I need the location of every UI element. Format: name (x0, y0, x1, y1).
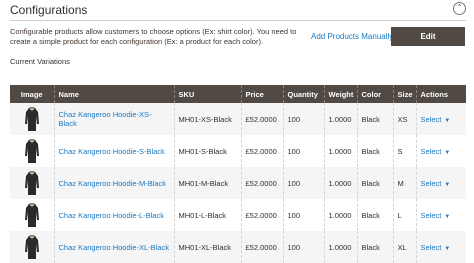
color-cell: Black (356, 199, 393, 231)
table-row: Chaz Kangeroo Hoodie-S-Black MH01-S-Blac… (10, 135, 466, 167)
price-cell: £52.0000 (240, 167, 283, 199)
col-header-actions: Actions (415, 85, 466, 103)
section-header[interactable]: Configurations ⌃ (10, 0, 466, 20)
quantity-cell: 100 (282, 231, 324, 263)
size-cell: XS (392, 103, 416, 135)
current-variations-label: Current Variations (10, 57, 70, 66)
select-action[interactable]: Select (421, 211, 442, 220)
caret-down-icon[interactable]: ▼ (444, 118, 450, 124)
product-name-link[interactable]: Chaz Kangeroo Hoodie-XS-Black (59, 110, 152, 128)
caret-down-icon[interactable]: ▼ (444, 150, 450, 156)
table-row: Chaz Kangeroo Hoodie-XS-Black MH01-XS-Bl… (10, 103, 466, 135)
price-cell: £52.0000 (240, 103, 283, 135)
sku-cell: MH01-S-Black (173, 135, 241, 167)
col-header-quantity: Quantity (282, 85, 324, 103)
table-row: Chaz Kangeroo Hoodie-L-Black MH01-L-Blac… (10, 199, 466, 231)
select-action[interactable]: Select (421, 147, 442, 156)
thumbnail-cell (10, 135, 54, 167)
select-action[interactable]: Select (421, 115, 442, 124)
product-name-link[interactable]: Chaz Kangeroo Hoodie-S-Black (59, 147, 165, 156)
color-cell: Black (356, 135, 393, 167)
thumbnail-cell (10, 199, 54, 231)
sku-cell: MH01-XL-Black (173, 231, 241, 263)
quantity-cell: 100 (282, 167, 324, 199)
price-cell: £52.0000 (240, 135, 283, 167)
col-header-name: Name (53, 85, 174, 103)
select-action[interactable]: Select (421, 179, 442, 188)
weight-cell: 1.0000 (323, 103, 357, 135)
table-header-row: Image Name SKU Price Quantity Weight Col… (10, 85, 466, 103)
weight-cell: 1.0000 (323, 135, 357, 167)
actions-cell[interactable]: Select ▼ (415, 199, 466, 231)
col-header-color: Color (356, 85, 393, 103)
quantity-cell: 100 (282, 135, 324, 167)
edit-configurations-button[interactable]: Edit Configurations (391, 27, 465, 60)
section-description: Configurable products allow customers to… (10, 27, 297, 46)
product-name-link[interactable]: Chaz Kangeroo Hoodie-M-Black (59, 179, 167, 188)
weight-cell: 1.0000 (323, 199, 357, 231)
caret-down-icon[interactable]: ▼ (444, 214, 450, 220)
sku-cell: MH01-M-Black (173, 167, 241, 199)
size-cell: L (392, 199, 416, 231)
variations-table: Image Name SKU Price Quantity Weight Col… (10, 85, 466, 263)
table-row: Chaz Kangeroo Hoodie-M-Black MH01-M-Blac… (10, 167, 466, 199)
size-cell: S (392, 135, 416, 167)
divider (10, 20, 466, 21)
hoodie-thumbnail[interactable] (24, 202, 40, 228)
thumbnail-cell (10, 231, 54, 263)
hoodie-thumbnail[interactable] (24, 170, 40, 196)
sku-cell: MH01-L-Black (173, 199, 241, 231)
add-products-manually-link[interactable]: Add Products Manually (311, 32, 393, 41)
hoodie-thumbnail[interactable] (24, 106, 40, 132)
size-cell: XL (392, 231, 416, 263)
col-header-image: Image (10, 85, 54, 103)
chevron-up-icon[interactable]: ⌃ (453, 2, 466, 15)
col-header-weight: Weight (323, 85, 357, 103)
col-header-price: Price (240, 85, 283, 103)
thumbnail-cell (10, 167, 54, 199)
weight-cell: 1.0000 (323, 231, 357, 263)
price-cell: £52.0000 (240, 199, 283, 231)
section-title: Configurations (10, 3, 88, 17)
quantity-cell: 100 (282, 103, 324, 135)
product-name-link[interactable]: Chaz Kangeroo Hoodie-L-Black (59, 211, 164, 220)
select-action[interactable]: Select (421, 243, 442, 252)
col-header-sku: SKU (173, 85, 241, 103)
col-header-size: Size (392, 85, 416, 103)
quantity-cell: 100 (282, 199, 324, 231)
actions-cell[interactable]: Select ▼ (415, 231, 466, 263)
price-cell: £52.0000 (240, 231, 283, 263)
actions-cell[interactable]: Select ▼ (415, 135, 466, 167)
actions-cell[interactable]: Select ▼ (415, 103, 466, 135)
weight-cell: 1.0000 (323, 167, 357, 199)
product-name-link[interactable]: Chaz Kangeroo Hoodie-XL-Black (59, 243, 169, 252)
caret-down-icon[interactable]: ▼ (444, 182, 450, 188)
hoodie-thumbnail[interactable] (24, 138, 40, 164)
color-cell: Black (356, 167, 393, 199)
caret-down-icon[interactable]: ▼ (444, 246, 450, 252)
actions-cell[interactable]: Select ▼ (415, 167, 466, 199)
size-cell: M (392, 167, 416, 199)
sku-cell: MH01-XS-Black (173, 103, 241, 135)
color-cell: Black (356, 103, 393, 135)
thumbnail-cell (10, 103, 54, 135)
hoodie-thumbnail[interactable] (24, 234, 40, 260)
color-cell: Black (356, 231, 393, 263)
table-row: Chaz Kangeroo Hoodie-XL-Black MH01-XL-Bl… (10, 231, 466, 263)
